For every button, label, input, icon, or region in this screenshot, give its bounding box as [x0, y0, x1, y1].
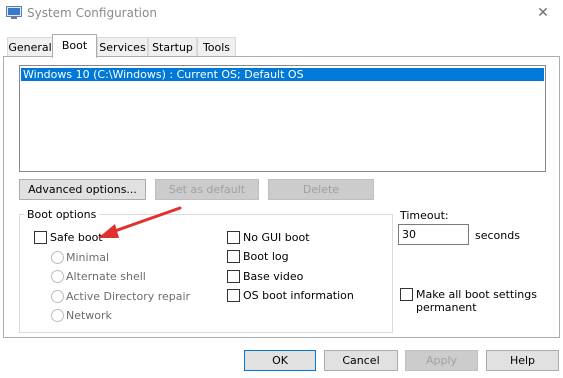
help-button[interactable]: Help: [486, 350, 559, 371]
no-gui-boot-label: No GUI boot: [243, 231, 310, 244]
minimal-label: Minimal: [66, 251, 110, 264]
delete-button[interactable]: Delete: [268, 179, 374, 200]
cancel-button[interactable]: Cancel: [324, 350, 398, 371]
ok-button[interactable]: OK: [244, 350, 316, 371]
base-video-label: Base video: [243, 270, 304, 283]
boot-log-checkbox[interactable]: [227, 250, 240, 263]
title-bar: System Configuration ✕: [0, 0, 563, 28]
active-directory-repair-label: Active Directory repair: [66, 290, 191, 303]
tab-general[interactable]: General: [7, 37, 53, 56]
active-directory-repair-radio[interactable]: [51, 290, 64, 303]
set-as-default-button[interactable]: Set as default: [155, 179, 259, 200]
alternate-shell-label: Alternate shell: [66, 270, 146, 283]
no-gui-boot-checkbox[interactable]: [227, 231, 240, 244]
network-label: Network: [66, 309, 112, 322]
timeout-unit-label: seconds: [475, 229, 520, 242]
window-title: System Configuration: [27, 6, 157, 20]
timeout-label: Timeout:: [400, 209, 449, 222]
safe-boot-label: Safe boot: [50, 231, 103, 244]
tab-startup[interactable]: Startup: [148, 37, 197, 56]
boot-options-label: Boot options: [24, 208, 100, 221]
alternate-shell-radio[interactable]: [51, 270, 64, 283]
tab-services[interactable]: Services: [97, 37, 148, 56]
advanced-options-button[interactable]: Advanced options...: [19, 179, 146, 200]
os-boot-information-checkbox[interactable]: [227, 289, 240, 302]
safe-boot-checkbox[interactable]: [34, 231, 47, 244]
os-list-item[interactable]: Windows 10 (C:\Windows) : Current OS; De…: [21, 68, 544, 81]
system-configuration-icon: [6, 6, 22, 19]
minimal-radio[interactable]: [51, 251, 64, 264]
tab-boot[interactable]: Boot: [52, 34, 97, 58]
base-video-checkbox[interactable]: [227, 270, 240, 283]
os-list[interactable]: Windows 10 (C:\Windows) : Current OS; De…: [19, 65, 546, 172]
tab-tools[interactable]: Tools: [197, 37, 236, 56]
close-icon[interactable]: ✕: [523, 0, 563, 26]
os-boot-information-label: OS boot information: [243, 289, 354, 302]
make-permanent-label-line1: Make all boot settings: [416, 288, 537, 301]
make-permanent-checkbox[interactable]: [400, 288, 413, 301]
boot-log-label: Boot log: [243, 250, 289, 263]
apply-button[interactable]: Apply: [405, 350, 478, 371]
timeout-input[interactable]: 30: [398, 224, 469, 245]
network-radio[interactable]: [51, 309, 64, 322]
make-permanent-label-line2: permanent: [416, 301, 477, 314]
